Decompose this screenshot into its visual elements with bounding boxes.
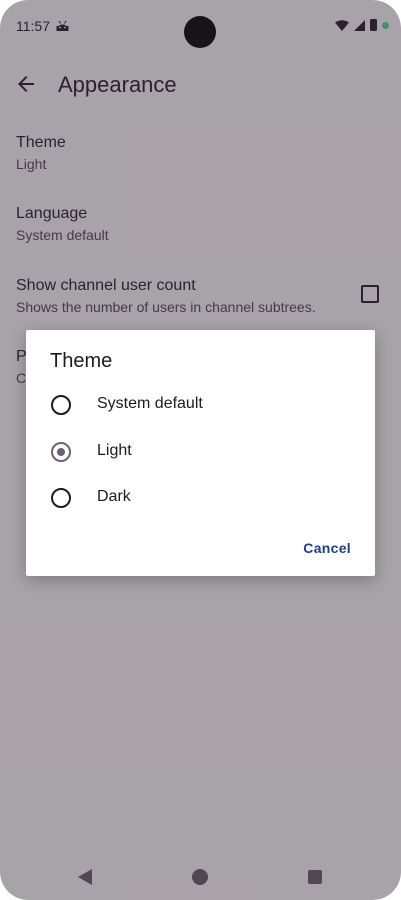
radio-button[interactable] (51, 488, 71, 508)
option-label: Dark (97, 488, 131, 505)
radio-button-selected[interactable] (51, 442, 71, 462)
option-light[interactable]: Light (26, 429, 375, 475)
theme-dialog: Theme System default Light Dark Cancel (26, 330, 375, 576)
cancel-button[interactable]: Cancel (303, 540, 351, 556)
radio-selected-dot (57, 448, 65, 456)
option-dark[interactable]: Dark (26, 475, 375, 521)
radio-button[interactable] (51, 395, 71, 415)
screen: 11:57 Appearance Theme Light Language Sy… (0, 0, 401, 900)
option-system-default[interactable]: System default (26, 382, 375, 428)
dialog-title: Theme (50, 350, 113, 372)
option-label: System default (97, 395, 203, 412)
option-label: Light (97, 442, 132, 459)
